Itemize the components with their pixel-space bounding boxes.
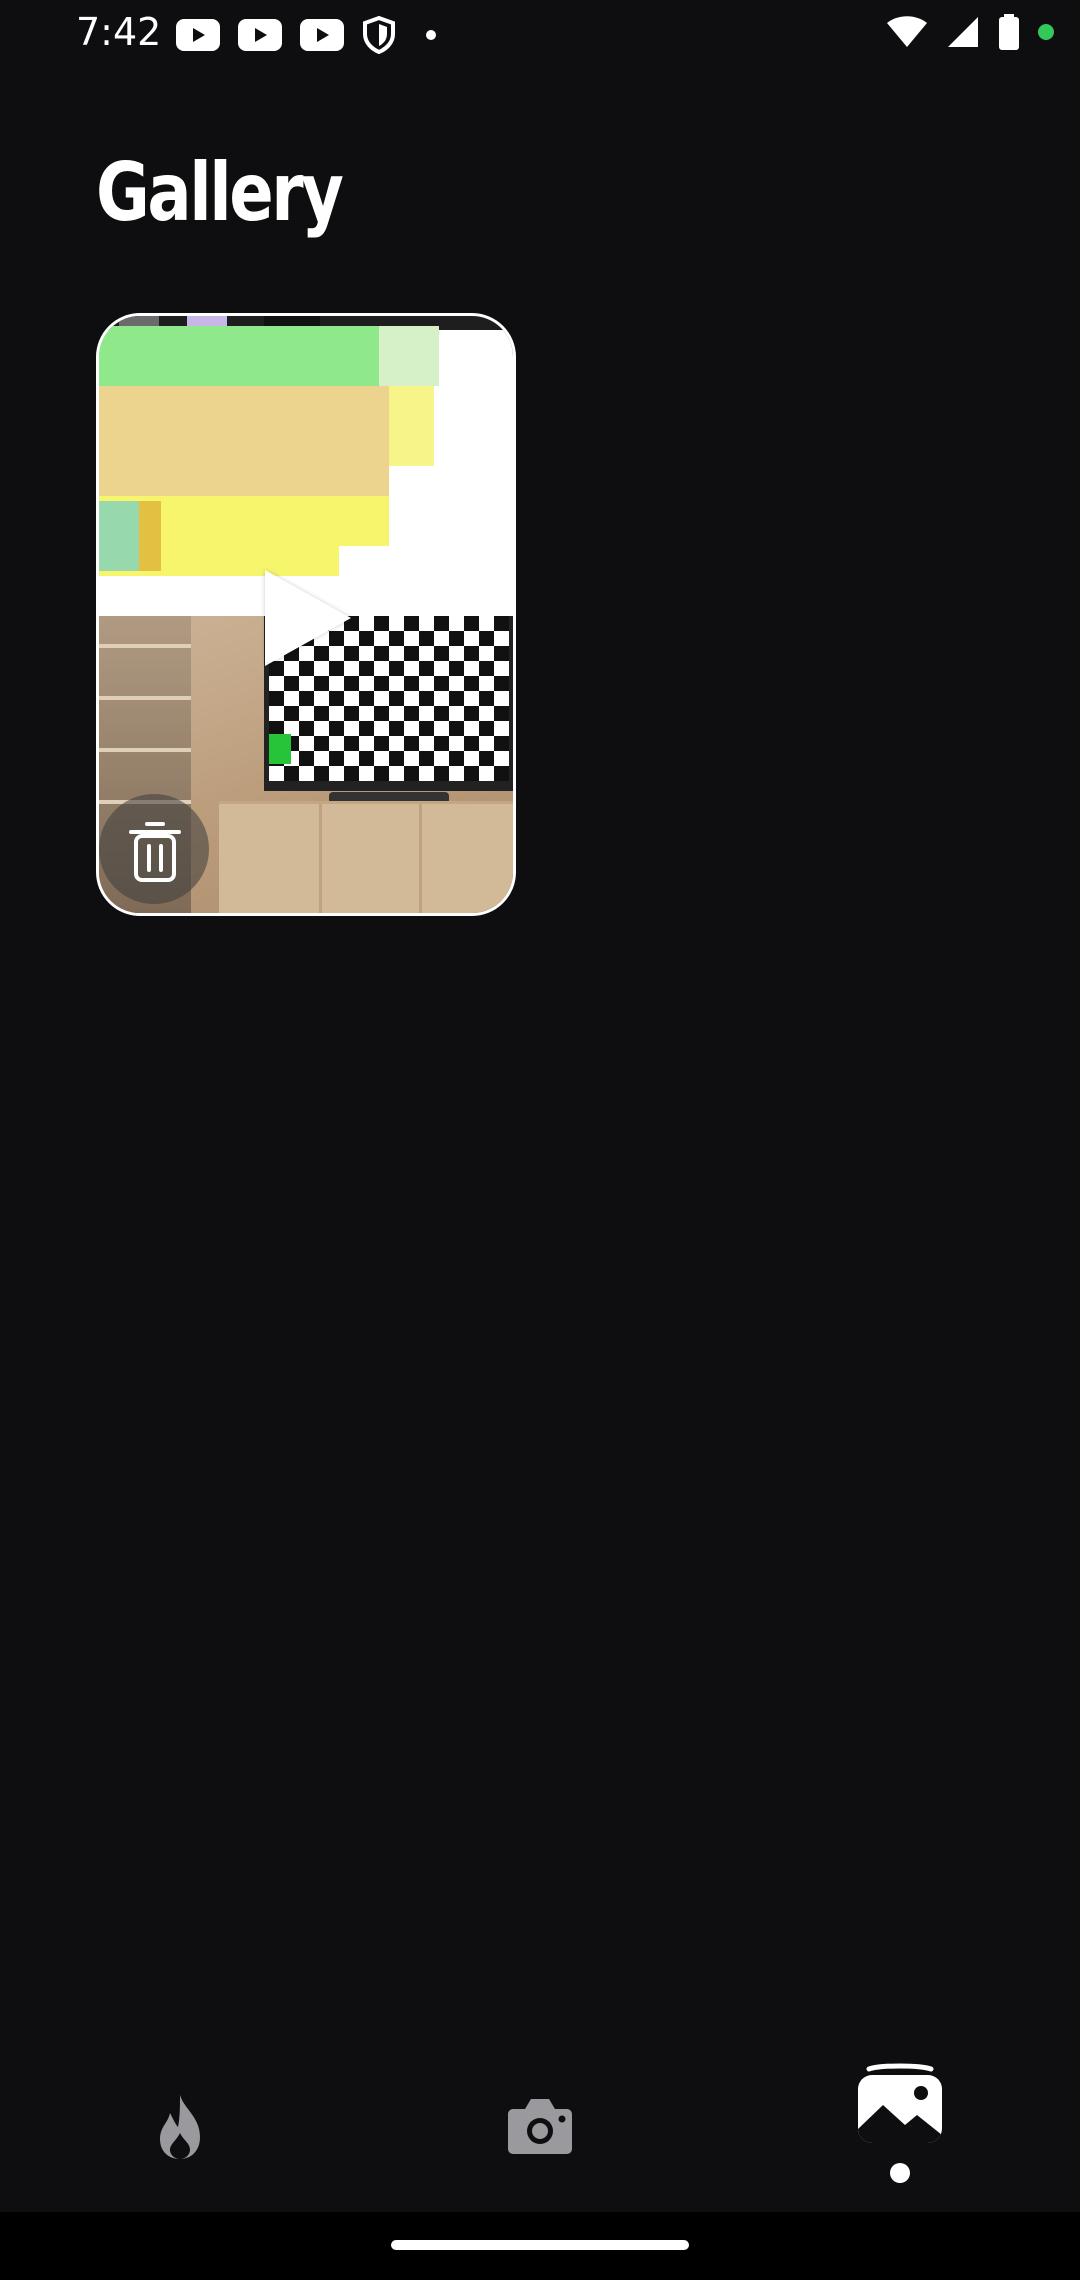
play-icon — [265, 570, 351, 666]
battery-icon — [999, 14, 1019, 50]
youtube-icon — [176, 19, 220, 51]
wifi-icon — [887, 16, 927, 47]
gallery-icon — [858, 2063, 942, 2143]
notification-dot — [426, 30, 436, 40]
delete-button[interactable] — [99, 794, 209, 904]
camera-icon — [508, 2099, 572, 2154]
nav-selected-indicator — [890, 2163, 910, 2183]
bottom-navigation — [0, 2040, 1080, 2210]
home-gesture-pill[interactable] — [391, 2240, 689, 2250]
trash-icon — [129, 822, 181, 882]
gallery-item-video[interactable] — [96, 313, 516, 916]
youtube-icon — [238, 19, 282, 51]
signal-icon — [948, 17, 978, 47]
status-notification-icons — [176, 16, 436, 54]
nav-item-flame[interactable] — [80, 2040, 280, 2210]
status-system-icons — [886, 14, 1054, 50]
nav-item-camera[interactable] — [440, 2040, 640, 2210]
shield-icon — [363, 16, 395, 54]
status-time: 7:42 — [76, 10, 162, 54]
nav-item-gallery[interactable] — [800, 2040, 1000, 2210]
page-title: Gallery — [96, 146, 344, 239]
status-bar: 7:42 — [0, 0, 1080, 70]
flame-icon — [160, 2095, 200, 2159]
youtube-icon — [300, 19, 344, 51]
privacy-indicator-dot — [1038, 24, 1054, 40]
